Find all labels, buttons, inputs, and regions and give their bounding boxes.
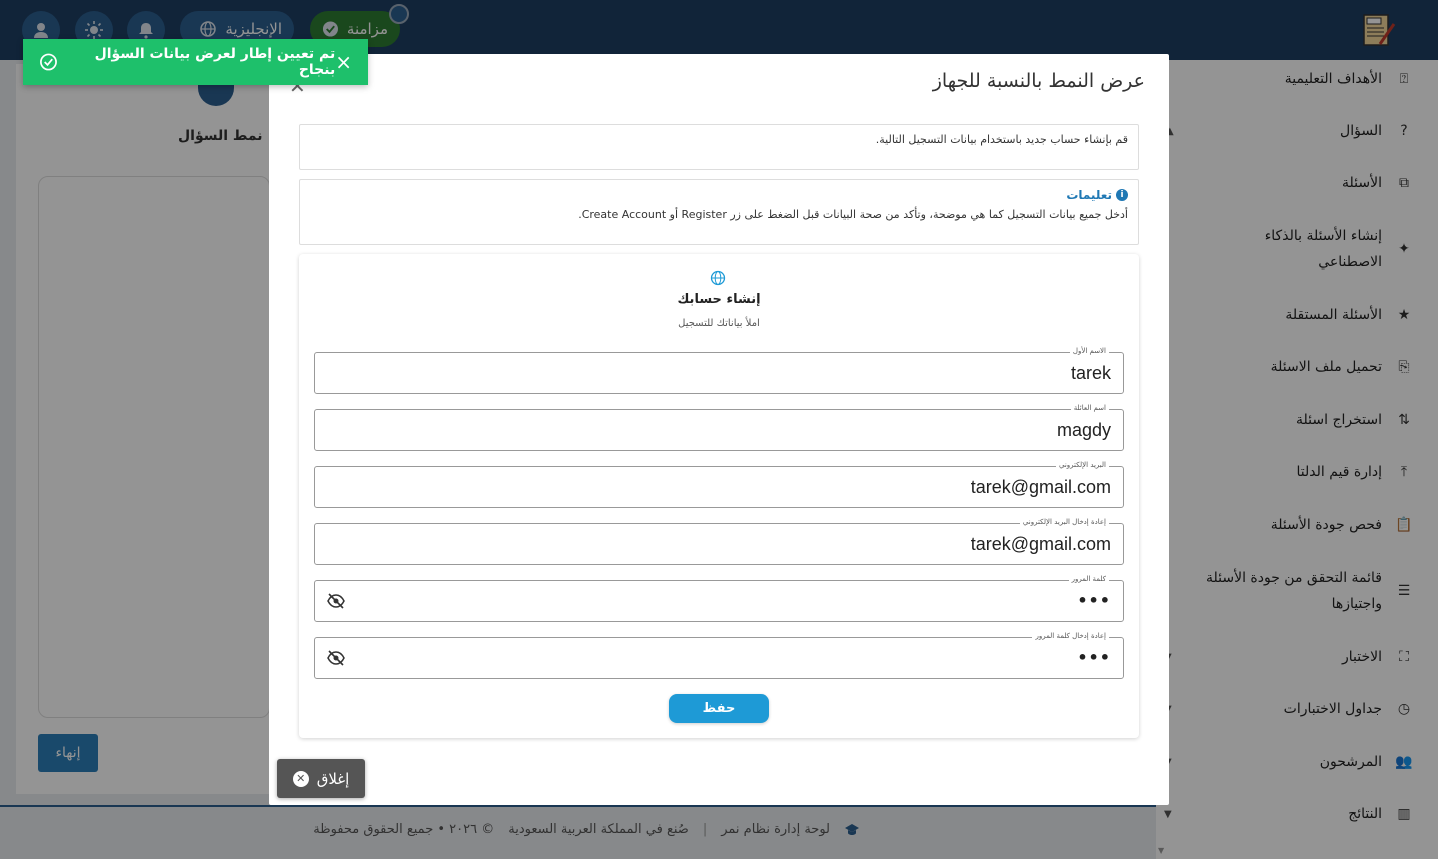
- instructions-title: تعليمات: [1066, 188, 1112, 202]
- description-box: قم بإنشاء حساب جديد باستخدام بيانات التس…: [299, 124, 1139, 170]
- eye-off-icon[interactable]: [327, 593, 345, 609]
- field-value: tarek@gmail.com: [970, 477, 1111, 497]
- globe-icon: [710, 270, 726, 286]
- toast-message: تم تعيين إطار لعرض بيانات السؤال بنجاح: [94, 46, 336, 78]
- field-label: كلمة المرور: [1068, 575, 1109, 583]
- field-label: إعادة إدخال كلمة المرور: [1032, 632, 1109, 640]
- device-preview-modal: عرض النمط بالنسبة للجهاز ✕ قم بإنشاء حسا…: [269, 54, 1169, 805]
- form-title: إنشاء حسابك: [677, 292, 761, 307]
- confirm-email-field[interactable]: إعادة إدخال البريد الإلكتروني tarek@gmai…: [314, 518, 1124, 565]
- close-circle-icon: ✕: [292, 770, 309, 787]
- field-value: tarek: [1070, 363, 1111, 383]
- form-subtitle: املأ بياناتك للتسجيل: [678, 318, 760, 329]
- last-name-field[interactable]: اسم العائلة magdy: [314, 404, 1124, 451]
- field-value: magdy: [1056, 420, 1111, 440]
- password-dots: •••: [1077, 648, 1111, 667]
- save-button[interactable]: حفظ: [669, 694, 769, 723]
- toast-close-button[interactable]: ×: [335, 50, 352, 74]
- check-circle-icon: [40, 53, 57, 71]
- email-field[interactable]: البريد الإلكتروني tarek@gmail.com: [314, 461, 1124, 508]
- modal-title: عرض النمط بالنسبة للجهاز: [932, 70, 1145, 92]
- close-modal-button[interactable]: إغلاق ✕: [277, 759, 365, 798]
- instructions-box: i تعليمات أدخل جميع بيانات التسجيل كما ه…: [299, 179, 1139, 245]
- confirm-password-field[interactable]: إعادة إدخال كلمة المرور •••: [314, 632, 1124, 679]
- registration-form: إنشاء حسابك املأ بياناتك للتسجيل الاسم ا…: [299, 254, 1139, 738]
- first-name-field[interactable]: الاسم الأول tarek: [314, 347, 1124, 394]
- password-dots: •••: [1077, 591, 1111, 610]
- description-text: قم بإنشاء حساب جديد باستخدام بيانات التس…: [875, 133, 1128, 146]
- success-toast: × تم تعيين إطار لعرض بيانات السؤال بنجاح: [23, 39, 368, 85]
- close-button-label: إغلاق: [316, 769, 350, 788]
- field-value: tarek@gmail.com: [970, 534, 1111, 554]
- instructions-text: أدخل جميع بيانات التسجيل كما هي موضحة، و…: [578, 208, 1128, 221]
- password-field[interactable]: كلمة المرور •••: [314, 575, 1124, 622]
- info-icon: i: [1116, 189, 1128, 201]
- eye-off-icon[interactable]: [327, 650, 345, 666]
